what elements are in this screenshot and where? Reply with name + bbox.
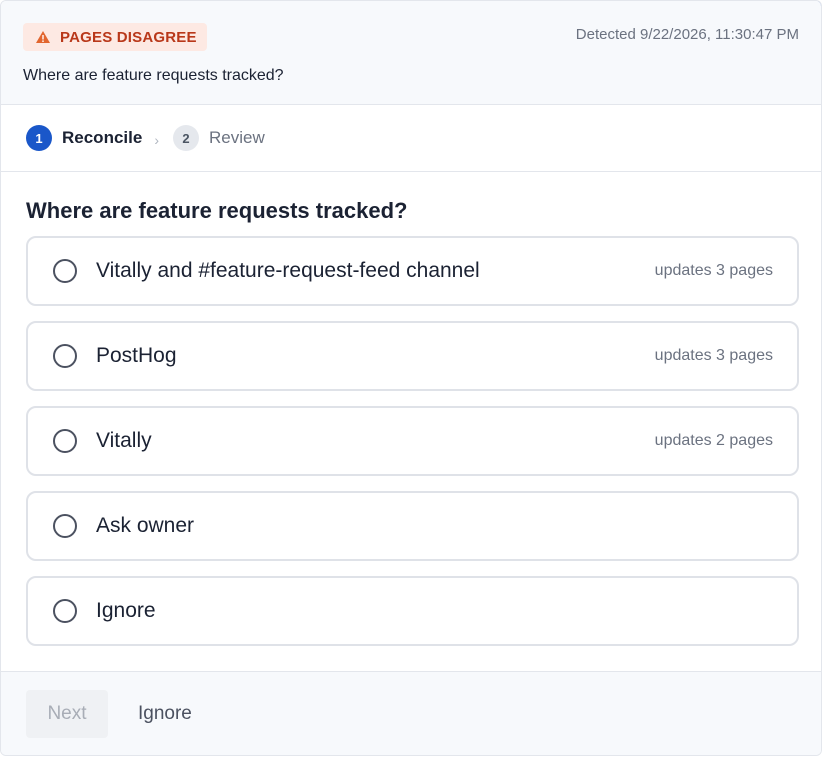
step-reconcile[interactable]: 1 Reconcile <box>26 125 142 151</box>
option-label: PostHog <box>96 344 177 367</box>
chevron-right-icon: › <box>154 132 159 148</box>
option-label: Vitally and #feature-request-feed channe… <box>96 259 480 282</box>
option-meta: updates 2 pages <box>654 432 773 449</box>
radio-button[interactable] <box>53 344 77 368</box>
step-label: Review <box>208 128 265 147</box>
option-ignore[interactable]: Ignore <box>26 576 799 646</box>
detected-timestamp: Detected 9/22/2026, 11:30:47 PM <box>575 26 799 43</box>
option-ask-owner[interactable]: Ask owner <box>26 491 799 561</box>
header-question: Where are feature requests tracked? <box>23 67 284 84</box>
option-label: Ask owner <box>96 514 195 537</box>
radio-button[interactable] <box>53 514 77 538</box>
option-label: Vitally <box>96 429 152 452</box>
step-number: 1 <box>26 125 52 151</box>
radio-button[interactable] <box>53 599 77 623</box>
conflict-header: PAGES DISAGREE Detected 9/22/2026, 11:30… <box>1 1 821 105</box>
reconcile-card: PAGES DISAGREE Detected 9/22/2026, 11:30… <box>0 0 822 756</box>
option-meta: updates 3 pages <box>654 347 773 364</box>
badge-label: PAGES DISAGREE <box>60 28 197 46</box>
step-number: 2 <box>172 125 199 151</box>
next-button[interactable]: Next <box>26 689 108 738</box>
step-label: Reconcile <box>62 128 143 147</box>
option-label: Ignore <box>96 599 156 622</box>
pages-disagree-badge: PAGES DISAGREE <box>23 23 207 51</box>
reconcile-form: Where are feature requests tracked? Vita… <box>1 172 821 646</box>
step-review[interactable]: 2 Review <box>172 125 265 151</box>
ignore-button[interactable]: Ignore <box>120 690 210 738</box>
option-posthog[interactable]: PostHog updates 3 pages <box>26 321 799 391</box>
radio-button[interactable] <box>53 259 77 283</box>
action-footer: Next Ignore <box>1 671 821 755</box>
option-meta: updates 3 pages <box>654 262 773 279</box>
option-vitally[interactable]: Vitally updates 2 pages <box>26 406 799 476</box>
option-vitally-and-channel[interactable]: Vitally and #feature-request-feed channe… <box>26 236 799 306</box>
stepper: 1 Reconcile › 2 Review <box>1 105 821 172</box>
question-title: Where are feature requests tracked? <box>26 198 408 223</box>
warning-icon <box>35 30 51 44</box>
radio-button[interactable] <box>53 429 77 453</box>
